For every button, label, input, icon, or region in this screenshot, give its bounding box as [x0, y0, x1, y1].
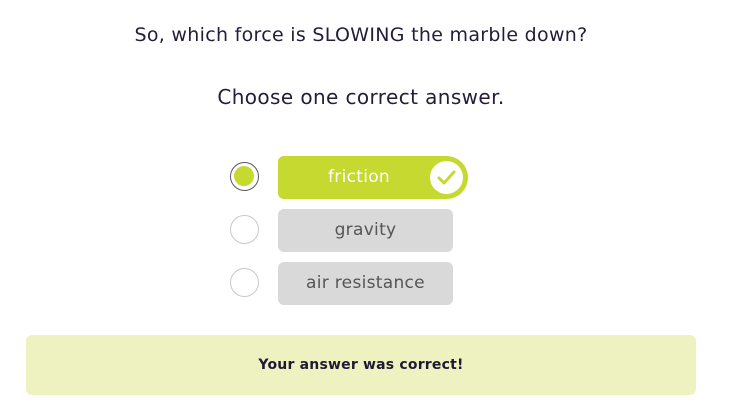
radio-button[interactable]	[230, 268, 259, 297]
question-text: So, which force is SLOWING the marble do…	[134, 24, 588, 46]
radio-dot-icon	[234, 166, 254, 186]
answer-button-correct[interactable]: friction	[278, 156, 468, 199]
answer-label: friction	[328, 167, 391, 187]
check-icon	[430, 161, 463, 194]
radio-button-selected[interactable]	[230, 162, 259, 191]
radio-button[interactable]	[230, 215, 259, 244]
answer-button[interactable]: air resistance	[278, 262, 453, 305]
feedback-banner: Your answer was correct!	[26, 335, 696, 395]
instruction-text: Choose one correct answer.	[217, 85, 505, 109]
answer-button[interactable]: gravity	[278, 209, 453, 252]
quiz-page: So, which force is SLOWING the marble do…	[0, 0, 750, 412]
